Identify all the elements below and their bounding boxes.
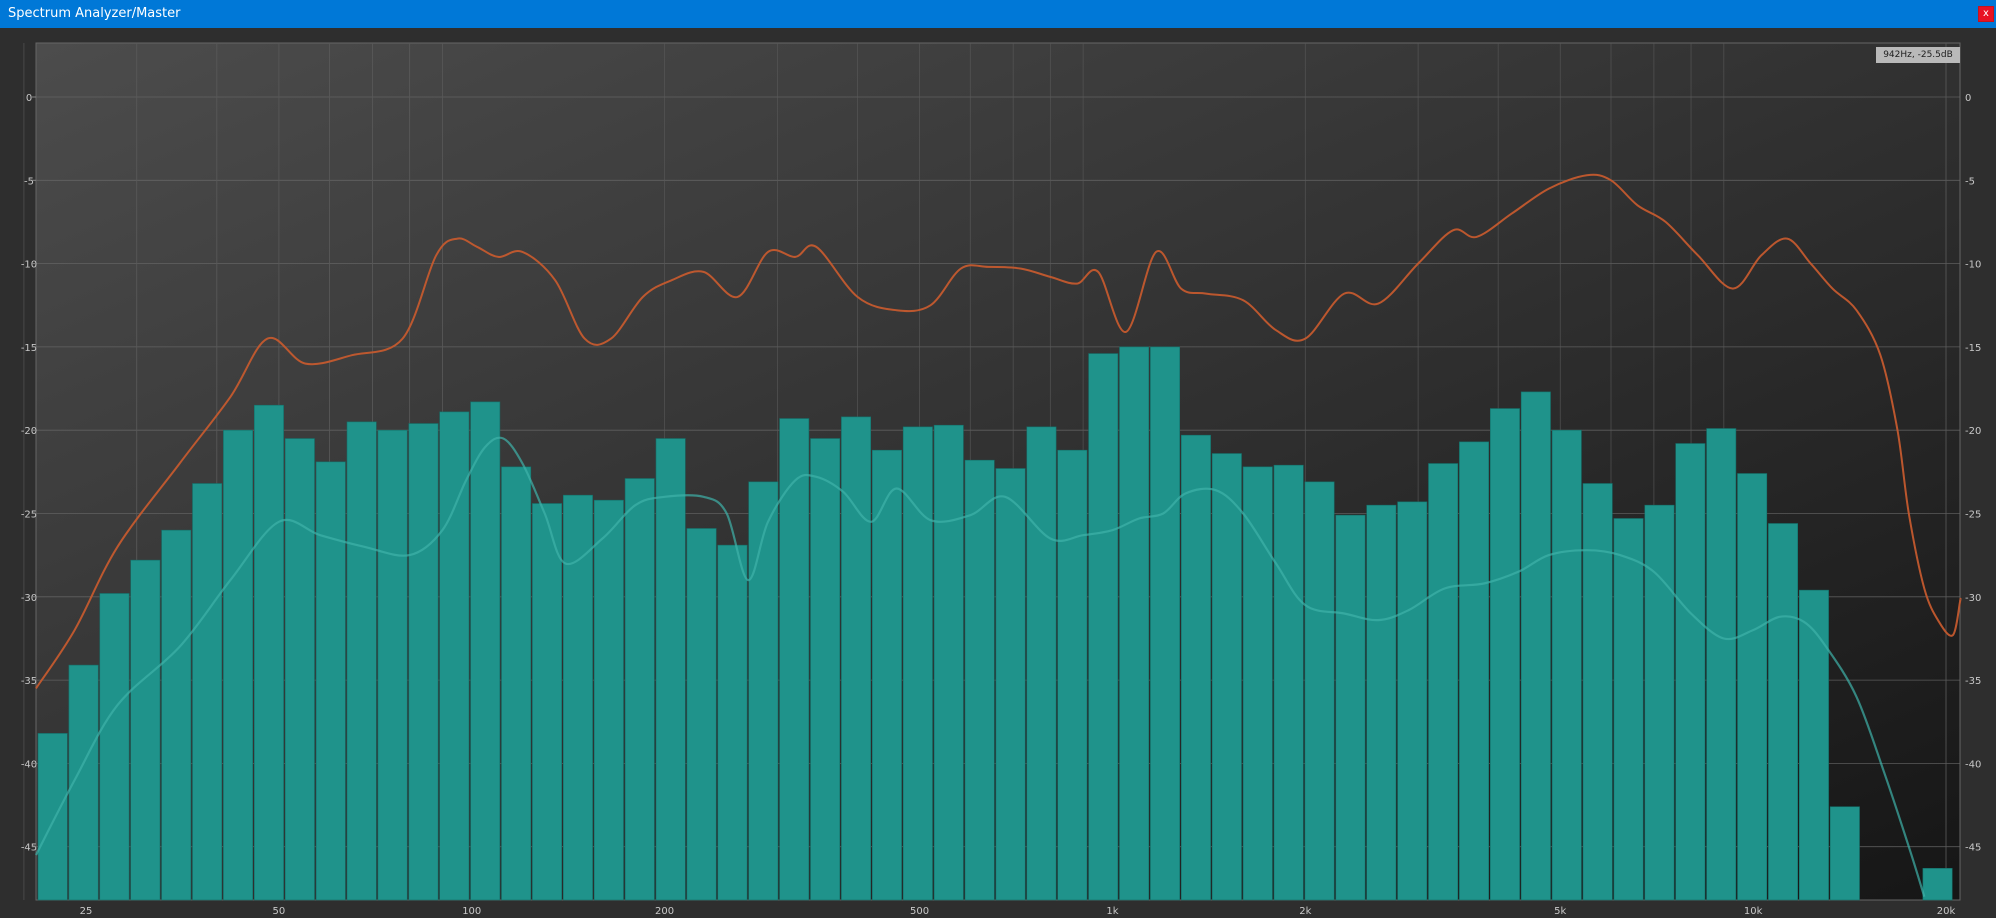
spectrum-bar [686, 528, 717, 901]
y-tick-label-right: -15 [1965, 343, 1981, 354]
spectrum-bar [1644, 504, 1675, 901]
spectrum-bar [1829, 806, 1860, 901]
y-tick-label-left: -45 [21, 843, 37, 854]
spectrum-bar [1181, 434, 1211, 901]
spectrum-bar [1428, 463, 1459, 901]
spectrum-bar [1335, 514, 1366, 901]
spectrum-bar [593, 499, 624, 901]
y-tick-label-left: -25 [21, 510, 37, 521]
y-tick-label-left: -30 [21, 593, 37, 604]
spectrum-bar [810, 438, 841, 901]
spectrum-bar [841, 416, 872, 901]
spectrum-bar [748, 481, 779, 901]
y-tick-label-right: -45 [1965, 843, 1981, 854]
y-tick-label-right: -40 [1965, 759, 1981, 770]
x-tick-label: 2k [1299, 906, 1311, 917]
y-tick-label-right: -10 [1965, 260, 1981, 271]
y-tick-label-left: -35 [21, 676, 37, 687]
spectrum-bar [377, 429, 408, 901]
spectrum-bar [1304, 481, 1335, 901]
spectrum-bar [1150, 346, 1181, 901]
spectrum-bar [933, 424, 964, 901]
spectrum-bar [1706, 428, 1737, 901]
cursor-readout: 942Hz, -25.5dB [1876, 47, 1960, 63]
spectrum-bar [779, 418, 810, 901]
y-tick-label-left: -15 [21, 343, 37, 354]
close-button[interactable]: x [1978, 6, 1994, 22]
spectrum-bar [1675, 443, 1706, 901]
spectrum-analyzer-panel: 0 0 -5 -5 -10 -10 -15 -15 -20 -20 -25 -25 -30 -30 -35 -… [0, 28, 1996, 918]
spectrum-bar [655, 438, 686, 901]
spectrum-bar [1490, 408, 1520, 901]
spectrum-bar [1799, 589, 1829, 901]
y-tick-label-right: -5 [1965, 176, 1975, 187]
spectrum-bar [501, 466, 532, 901]
y-tick-label-right: -25 [1965, 510, 1981, 521]
spectrum-bar [254, 404, 284, 901]
spectrum-bar [964, 459, 995, 901]
spectrum-bar [1088, 353, 1119, 901]
spectrum-bar [1211, 453, 1242, 901]
spectrum-bar [1026, 426, 1057, 901]
spectrum-bar [284, 438, 315, 901]
spectrum-bar [37, 733, 68, 901]
spectrum-bar [562, 494, 593, 901]
spectrum-bar [624, 478, 655, 901]
spectrum-bar [1582, 483, 1613, 901]
spectrum-bar [99, 593, 130, 901]
y-tick-label-right: -35 [1965, 676, 1981, 687]
title-bar: Spectrum Analyzer/Master x [0, 0, 1996, 28]
x-tick-label: 1k [1106, 906, 1118, 917]
spectrum-bar [223, 429, 253, 901]
spectrum-bar [315, 461, 346, 901]
y-tick-label-left: 0 [26, 93, 32, 104]
y-tick-label-right: -30 [1965, 593, 1981, 604]
spectrum-bar [1551, 429, 1582, 901]
y-tick-label-left: -40 [21, 759, 37, 770]
spectrum-bar [1057, 449, 1088, 901]
window-title: Spectrum Analyzer/Master [8, 6, 181, 21]
spectrum-bar [1922, 868, 1953, 901]
spectrum-bar [192, 483, 223, 901]
spectrum-bar [470, 401, 501, 901]
spectrum-bar [1613, 518, 1644, 901]
spectrum-bar [408, 423, 439, 901]
spectrum-bar [1768, 523, 1799, 901]
spectrum-bar [130, 559, 161, 901]
y-tick-label-left: -5 [24, 176, 34, 187]
spectrum-bar [1119, 346, 1150, 901]
spectrum-bar [532, 503, 563, 901]
x-tick-label: 500 [910, 906, 929, 917]
x-tick-label: 50 [273, 906, 286, 917]
x-tick-label: 200 [655, 906, 674, 917]
y-tick-label-right: 0 [1965, 93, 1971, 104]
y-tick-label-left: -20 [21, 426, 37, 437]
x-tick-label: 5k [1554, 906, 1566, 917]
spectrum-bar [1273, 464, 1304, 901]
spectrum-chart[interactable]: 0 0 -5 -5 -10 -10 -15 -15 -20 -20 -25 -25 -30 -30 -35 -… [0, 28, 1996, 918]
y-tick-label-right: -20 [1965, 426, 1981, 437]
x-tick-label: 20k [1937, 906, 1956, 917]
spectrum-bar [1737, 473, 1768, 901]
spectrum-bar [995, 468, 1026, 901]
spectrum-bar [161, 529, 192, 901]
spectrum-bar [717, 544, 748, 901]
x-tick-label: 10k [1744, 906, 1763, 917]
spectrum-bar [1242, 466, 1273, 901]
spectrum-bar [1459, 441, 1490, 901]
spectrum-bar [1397, 501, 1428, 901]
spectrum-bar [346, 421, 377, 901]
x-tick-label: 100 [462, 906, 481, 917]
x-tick-label: 25 [80, 906, 93, 917]
spectrum-bar [1520, 391, 1551, 901]
spectrum-bar [1366, 504, 1397, 901]
y-tick-label-left: -10 [21, 260, 37, 271]
